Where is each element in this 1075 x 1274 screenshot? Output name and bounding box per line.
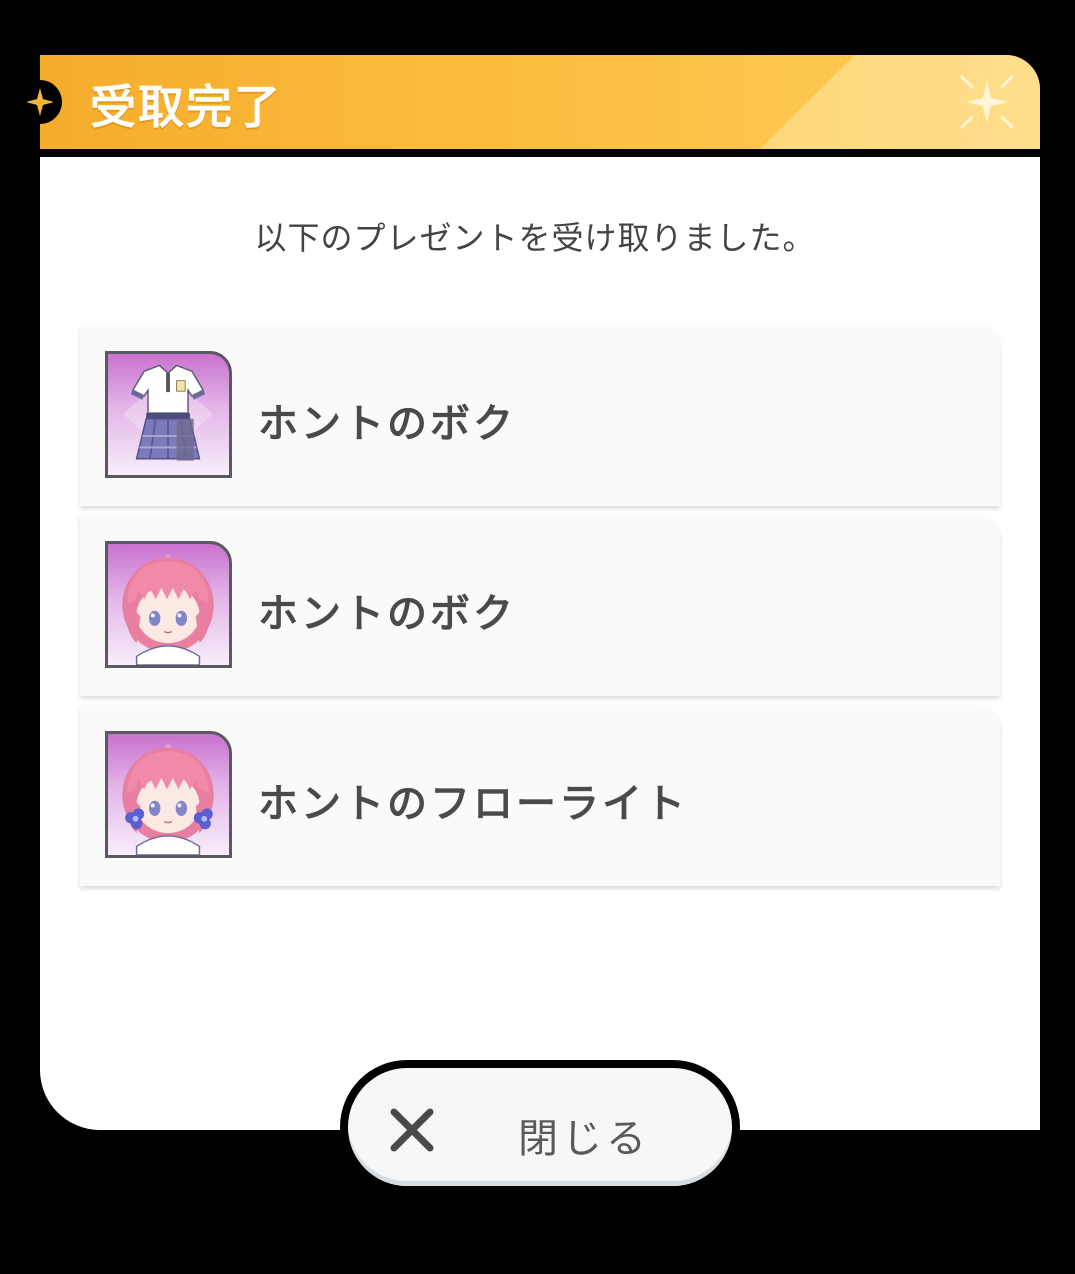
close-icon	[390, 1108, 434, 1152]
dialog-title: 受取完了	[90, 80, 282, 134]
costume-icon	[105, 351, 232, 478]
reward-name: ホントのボク	[258, 401, 516, 447]
star-icon	[26, 88, 54, 116]
close-button-face[interactable]: 閉じる	[348, 1068, 732, 1186]
sparkle-icon	[960, 75, 1014, 129]
reward-list: ホントのボク ホントのボク ホントのフローライト	[80, 325, 1000, 895]
character-hair-accessory-icon	[105, 731, 232, 858]
dialog-message: 以下のプレゼントを受け取りました。	[254, 219, 816, 257]
reward-item: ホントのボク	[80, 325, 1000, 506]
close-button-label: 閉じる	[518, 1116, 650, 1162]
reward-item: ホントのフローライト	[80, 705, 1000, 886]
close-button[interactable]: 閉じる	[340, 1060, 740, 1194]
dialog-header: 受取完了	[40, 55, 1040, 149]
header-star-badge	[18, 80, 62, 124]
reward-name: ホントのボク	[258, 591, 516, 637]
reward-name: ホントのフローライト	[258, 781, 688, 827]
character-portrait-icon	[105, 541, 232, 668]
reward-received-dialog: 受取完了 以下のプレゼントを受け取りました。 ホントのボク ホントのボク ホント…	[40, 55, 1040, 1130]
reward-item: ホントのボク	[80, 515, 1000, 696]
screen: 受取完了 以下のプレゼントを受け取りました。 ホントのボク ホントのボク ホント…	[0, 0, 1075, 1274]
